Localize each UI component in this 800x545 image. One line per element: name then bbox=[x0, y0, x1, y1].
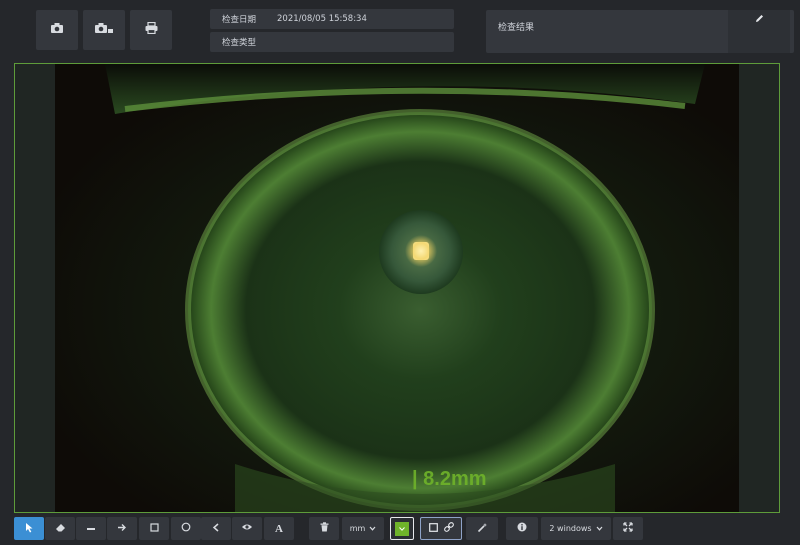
bottom-toolbar: A mm 2 windows bbox=[0, 513, 800, 545]
link-windows-toggle[interactable] bbox=[420, 517, 462, 540]
exam-date-field: 检查日期 2021/08/05 15:58:34 bbox=[210, 9, 454, 29]
exam-date-value: 2021/08/05 15:58:34 bbox=[277, 14, 367, 24]
exam-result-label: 检查结果 bbox=[498, 23, 535, 33]
print-button[interactable] bbox=[130, 10, 172, 50]
window-layout-value: 2 windows bbox=[549, 524, 592, 533]
arrow-tool-button[interactable] bbox=[107, 517, 137, 540]
angle-icon bbox=[212, 522, 220, 535]
window-layout-select[interactable]: 2 windows bbox=[541, 517, 611, 540]
line-tool-button[interactable] bbox=[76, 517, 106, 540]
pointer-icon bbox=[25, 522, 34, 536]
circle-tool-button[interactable] bbox=[171, 517, 201, 540]
exam-type-label: 检查类型 bbox=[222, 38, 257, 48]
exam-result-panel[interactable]: 检查结果 bbox=[486, 10, 794, 53]
line-icon bbox=[86, 523, 96, 534]
magic-wand-icon bbox=[477, 522, 488, 536]
chevron-down-icon bbox=[596, 524, 603, 533]
select-tool-button[interactable] bbox=[14, 517, 44, 540]
eye-icon bbox=[241, 523, 253, 534]
delete-button[interactable] bbox=[309, 517, 339, 540]
chevron-down-icon bbox=[369, 524, 376, 533]
trash-icon bbox=[320, 522, 329, 535]
angle-tool-button[interactable] bbox=[201, 517, 231, 540]
eraser-tool-button[interactable] bbox=[45, 517, 75, 540]
unit-select-value: mm bbox=[349, 524, 366, 533]
snapshot-button[interactable] bbox=[36, 10, 78, 50]
checkbox-icon bbox=[428, 522, 438, 535]
measurement-label[interactable]: | 8.2mm bbox=[412, 468, 487, 490]
text-tool-button[interactable]: A bbox=[264, 517, 294, 540]
color-picker-button[interactable] bbox=[390, 517, 414, 540]
edit-result-button[interactable] bbox=[728, 10, 790, 53]
color-swatch bbox=[395, 521, 409, 536]
arrow-icon bbox=[117, 523, 127, 535]
top-toolbar: 检查日期 2021/08/05 15:58:34 检查类型 检查结果 bbox=[0, 0, 800, 60]
eraser-icon bbox=[55, 523, 66, 535]
circle-icon bbox=[181, 522, 191, 535]
image-viewport[interactable]: | 8.2mm bbox=[14, 63, 780, 513]
exam-date-label: 检查日期 bbox=[222, 15, 257, 25]
printer-icon bbox=[145, 21, 158, 38]
exam-type-field[interactable]: 检查类型 bbox=[210, 32, 454, 52]
link-icon bbox=[443, 522, 454, 535]
fullscreen-icon bbox=[623, 522, 633, 535]
edit-icon bbox=[755, 14, 764, 26]
rectangle-tool-button[interactable] bbox=[139, 517, 169, 540]
video-capture-button[interactable] bbox=[83, 10, 125, 50]
info-icon bbox=[517, 522, 527, 535]
fullscreen-button[interactable] bbox=[613, 517, 643, 540]
rectangle-icon bbox=[149, 522, 159, 535]
visibility-tool-button[interactable] bbox=[232, 517, 262, 540]
unit-select[interactable]: mm bbox=[342, 517, 384, 540]
info-button[interactable] bbox=[506, 517, 538, 540]
text-icon: A bbox=[275, 522, 283, 535]
camera-video-icon bbox=[94, 22, 114, 38]
auto-adjust-button[interactable] bbox=[466, 517, 498, 540]
eye-image-graphic: | 8.2mm bbox=[55, 64, 739, 512]
slit-lamp-eye-image[interactable]: | 8.2mm bbox=[55, 64, 739, 512]
camera-icon bbox=[50, 22, 64, 38]
